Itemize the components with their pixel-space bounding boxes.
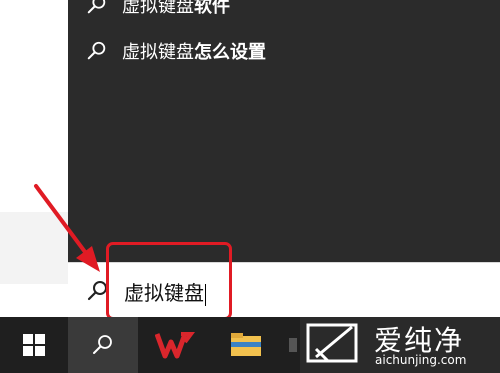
taskbar-search-button[interactable] bbox=[68, 317, 138, 373]
folder-icon bbox=[231, 333, 261, 356]
windows-logo-icon bbox=[23, 334, 45, 356]
wps-logo-icon bbox=[155, 332, 195, 359]
wps-office-button[interactable] bbox=[146, 317, 204, 373]
search-icon bbox=[87, 41, 106, 60]
watermark: 爱纯净 aichunjing.com bbox=[300, 317, 500, 373]
suggestion-item[interactable]: 虚拟键盘软件 bbox=[86, 0, 230, 20]
watermark-url: aichunjing.com bbox=[375, 353, 467, 367]
desktop-background bbox=[0, 212, 68, 284]
search-icon bbox=[87, 0, 106, 14]
start-button[interactable] bbox=[0, 317, 68, 373]
suggestion-label: 虚拟键盘软件 bbox=[122, 0, 230, 17]
suggestion-item[interactable]: 虚拟键盘怎么设置 bbox=[86, 36, 266, 66]
suggestion-label: 虚拟键盘怎么设置 bbox=[122, 42, 266, 63]
app-icon bbox=[289, 338, 297, 352]
annotation-highlight-box bbox=[106, 242, 232, 320]
file-explorer-button[interactable] bbox=[218, 317, 274, 373]
search-results-flyout: 虚拟键盘软件 虚拟键盘怎么设置 bbox=[68, 0, 500, 262]
brand-logo-icon bbox=[306, 323, 358, 363]
search-icon bbox=[93, 335, 112, 354]
